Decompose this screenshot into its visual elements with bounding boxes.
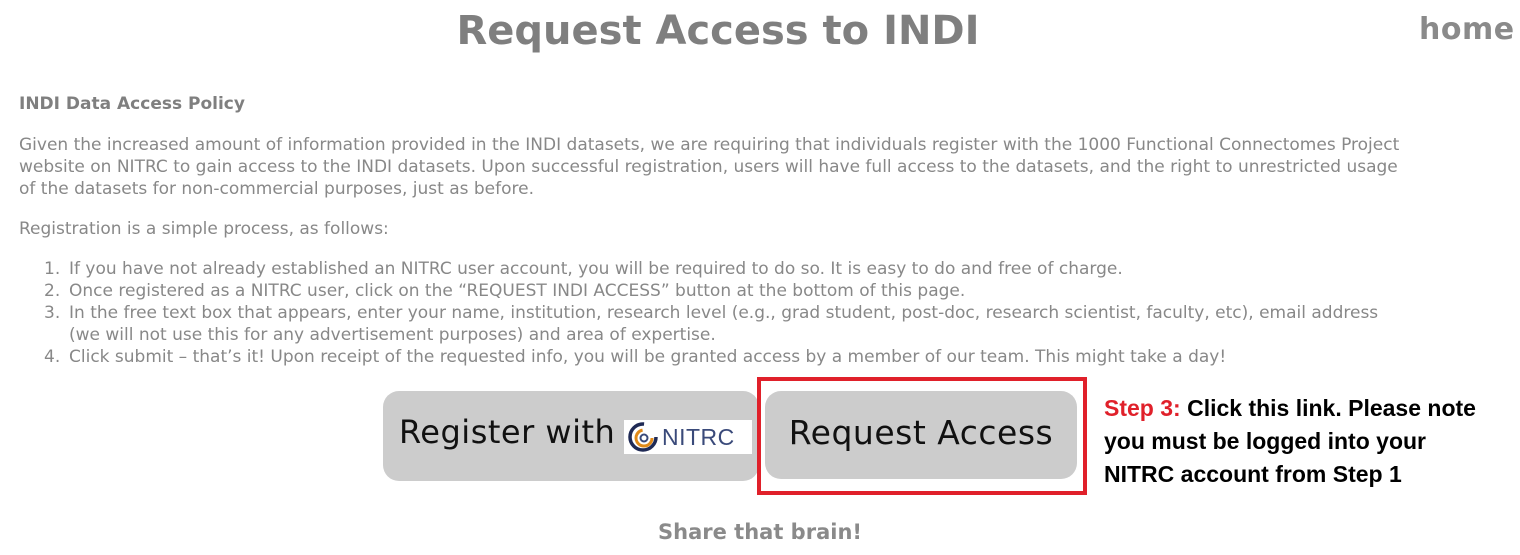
registration-step: 4. Click submit – that’s it! Upon receip… xyxy=(19,346,1499,368)
annotation-line: Step 3: Click this link. Please note xyxy=(1104,392,1504,425)
register-with-nitrc-button[interactable]: Register with NITRC xyxy=(383,391,759,481)
nitrc-logo-text: NITRC xyxy=(662,424,735,450)
nitrc-swirl-icon xyxy=(628,422,658,452)
policy-intro-line: website on NITRC to gain access to the I… xyxy=(19,157,1398,177)
step-number: 4. xyxy=(44,347,61,367)
step-text: Click submit – that’s it! Upon receipt o… xyxy=(69,347,1227,367)
register-button-label: Register with xyxy=(399,413,616,451)
request-access-button[interactable]: Request Access xyxy=(765,391,1077,479)
step3-annotation: Step 3: Click this link. Please note you… xyxy=(1104,392,1504,491)
annotation-text: Click this link. Please note xyxy=(1187,395,1476,421)
registration-steps-list: 1. If you have not already established a… xyxy=(19,258,1499,368)
registration-step: 3. In the free text box that appears, en… xyxy=(19,302,1499,346)
step-text: (we will not use this for any advertisem… xyxy=(69,325,716,345)
policy-intro-line: of the datasets for non-commercial purpo… xyxy=(19,179,534,199)
step-text: In the free text box that appears, enter… xyxy=(69,303,1379,323)
registration-process-intro: Registration is a simple process, as fol… xyxy=(19,219,389,239)
policy-heading: INDI Data Access Policy xyxy=(19,94,245,114)
home-link[interactable]: home xyxy=(1419,12,1515,47)
registration-step: 1. If you have not already established a… xyxy=(19,258,1499,280)
annotation-line: you must be logged into your xyxy=(1104,428,1426,454)
request-access-label: Request Access xyxy=(788,413,1054,452)
step-number: 1. xyxy=(44,259,61,279)
footer-tagline: Share that brain! xyxy=(658,520,862,544)
nitrc-logo: NITRC xyxy=(624,420,752,454)
annotation-line: NITRC account from Step 1 xyxy=(1104,461,1402,487)
step-text: If you have not already established an N… xyxy=(69,259,1123,279)
step-text: Once registered as a NITRC user, click o… xyxy=(69,281,966,301)
step-number: 3. xyxy=(44,303,61,323)
policy-intro-paragraph: Given the increased amount of informatio… xyxy=(19,134,1504,200)
step-number: 2. xyxy=(44,281,61,301)
registration-step: 2. Once registered as a NITRC user, clic… xyxy=(19,280,1499,302)
policy-intro-line: Given the increased amount of informatio… xyxy=(19,135,1400,155)
step-label: Step 3: xyxy=(1104,395,1181,421)
page-title: Request Access to INDI xyxy=(456,8,980,54)
